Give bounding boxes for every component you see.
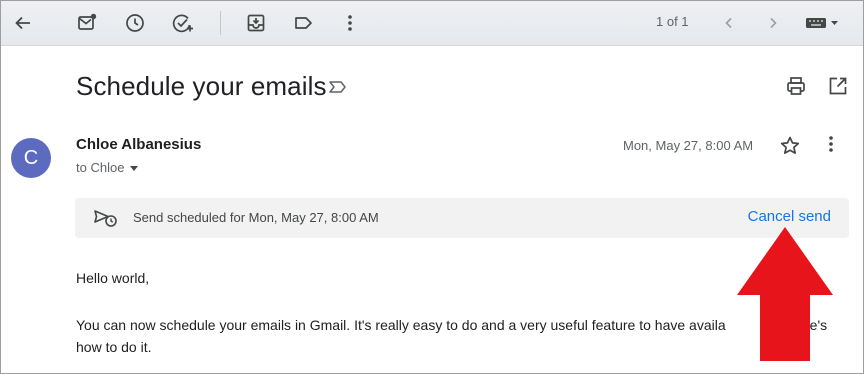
newer-chevron-icon[interactable] [713, 7, 745, 39]
message-toolbar: 1 of 1 [1, 1, 863, 46]
caret-down-icon[interactable] [129, 163, 139, 173]
recipient-label: to Chloe [76, 160, 125, 175]
move-to-icon[interactable] [240, 7, 272, 39]
add-task-icon[interactable] [167, 7, 199, 39]
sender-avatar[interactable]: C [11, 138, 51, 178]
more-vert-icon[interactable] [334, 7, 366, 39]
gmail-window: 1 of 1 Schedule your emails C Chloe Alba… [0, 0, 864, 374]
email-paragraph-line-2: how to do it. [76, 339, 152, 355]
cancel-send-link[interactable]: Cancel send [748, 208, 831, 225]
toolbar-divider [220, 11, 221, 35]
older-chevron-icon[interactable] [757, 7, 789, 39]
mark-unread-icon[interactable] [71, 7, 103, 39]
schedule-send-icon [93, 208, 119, 228]
email-date: Mon, May 27, 8:00 AM [623, 138, 754, 153]
star-icon[interactable] [778, 134, 802, 158]
print-icon[interactable] [785, 75, 807, 97]
scheduled-send-text: Send scheduled for Mon, May 27, 8:00 AM [133, 210, 379, 225]
message-more-icon[interactable] [828, 134, 834, 154]
scheduled-send-banner: Send scheduled for Mon, May 27, 8:00 AM … [75, 198, 849, 238]
red-annotation-arrow [735, 227, 835, 361]
recipient-details[interactable]: to Chloe [76, 160, 139, 175]
open-in-new-window-icon[interactable] [827, 75, 849, 97]
email-paragraph-line-1: You can now schedule your emails in Gmai… [76, 314, 726, 336]
email-greeting: Hello world, [76, 270, 150, 286]
paragraph-text-start: You can now schedule your emails in Gmai… [76, 317, 726, 333]
keyboard-icon[interactable] [801, 7, 845, 39]
snooze-icon[interactable] [119, 7, 151, 39]
important-marker-icon[interactable] [328, 79, 348, 95]
sender-name[interactable]: Chloe Albanesius [76, 136, 201, 153]
back-arrow-icon[interactable] [7, 7, 39, 39]
email-subject: Schedule your emails [76, 71, 327, 101]
label-icon[interactable] [287, 7, 319, 39]
pager-count: 1 of 1 [656, 14, 689, 29]
